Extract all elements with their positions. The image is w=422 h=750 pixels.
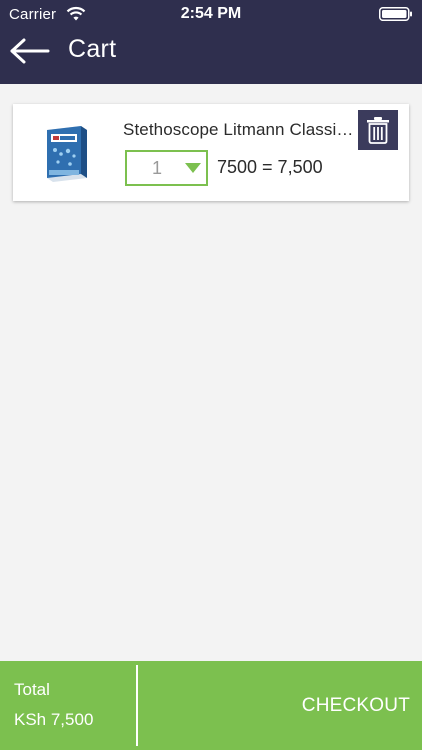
total-label: Total [14,680,50,699]
quantity-value: 1 [152,158,163,178]
footer-divider [136,665,138,746]
battery-icon [379,7,412,21]
product-thumbnail[interactable] [41,124,91,182]
clock: 2:54 PM [180,5,242,22]
product-name[interactable]: Stethoscope Litmann Classic III [123,120,355,140]
app-header: Carrier 2:54 PM Cart [0,0,422,84]
checkout-button[interactable]: CHECKOUT [140,661,410,750]
line-total: 7500 = 7,500 [217,157,323,177]
checkout-label: CHECKOUT [301,695,410,716]
chevron-down-icon [185,163,201,173]
quantity-dropdown[interactable]: 1 [125,150,208,186]
delete-item-button[interactable] [358,110,398,150]
back-button[interactable] [8,36,56,66]
total-amount: KSh 7,500 [14,710,94,729]
nav-bar: Cart [0,28,422,84]
arrow-left-icon [10,38,50,64]
status-bar: Carrier 2:54 PM [0,0,422,28]
checkout-bar: Total KSh 7,500 CHECKOUT [0,661,422,750]
cart-item-card: Stethoscope Litmann Classic III 1 7500 =… [13,104,409,201]
page-title: Cart [68,35,117,63]
trash-icon [367,117,389,144]
